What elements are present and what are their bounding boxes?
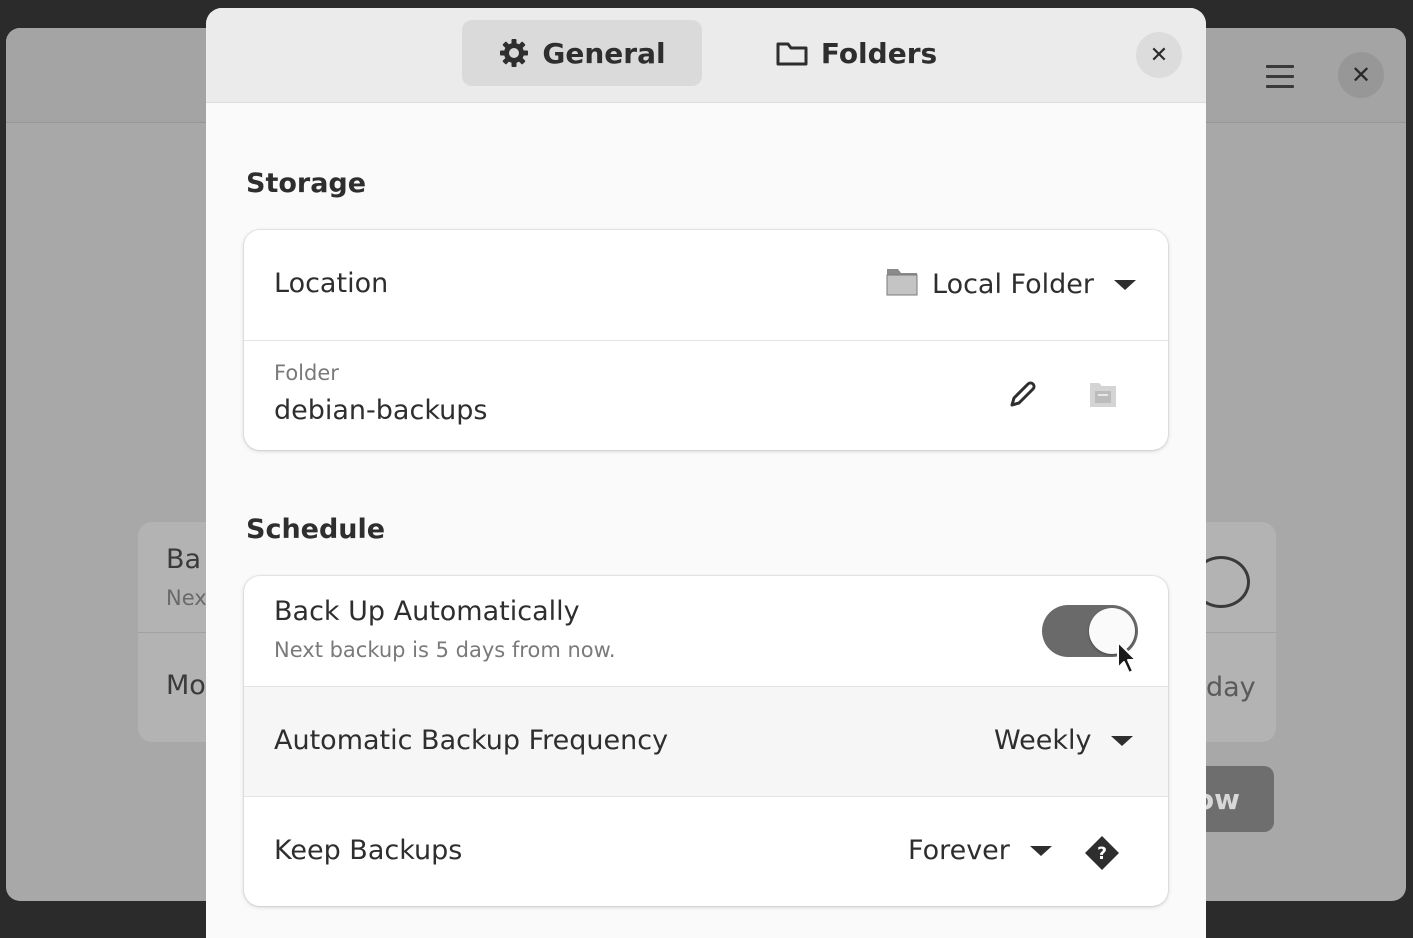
gear-icon [498, 37, 530, 69]
frequency-dropdown[interactable]: Weekly [994, 725, 1134, 756]
keep-backups-row: Keep Backups Forever ? [244, 796, 1168, 906]
preferences-dialog: General Folders ✕ Storage Location Local… [206, 8, 1206, 938]
location-row: Location Local Folder [244, 230, 1168, 340]
tab-general-label: General [542, 36, 666, 70]
auto-backup-label: Back Up Automatically [274, 596, 580, 627]
storage-heading: Storage [246, 168, 367, 199]
chevron-down-icon [1114, 279, 1136, 290]
background-row-subtitle: Nex [166, 586, 207, 610]
folder-value: debian-backups [274, 395, 488, 426]
background-row-title-2: Mo [166, 670, 206, 701]
pencil-icon [1006, 381, 1038, 415]
folder-icon [775, 38, 809, 68]
background-row-title: Ba [166, 544, 202, 575]
location-label: Location [274, 268, 389, 299]
edit-folder-button[interactable] [1006, 379, 1038, 415]
help-button[interactable]: ? [1084, 835, 1120, 875]
close-button[interactable]: ✕ [1136, 32, 1182, 78]
auto-backup-subtitle: Next backup is 5 days from now. [274, 638, 616, 662]
frequency-label: Automatic Backup Frequency [274, 725, 669, 756]
frequency-value: Weekly [994, 725, 1092, 756]
close-icon: ✕ [1149, 42, 1169, 68]
svg-text:?: ? [1097, 844, 1107, 864]
folder-caption: Folder [274, 361, 339, 385]
auto-backup-row: Back Up Automatically Next backup is 5 d… [244, 576, 1168, 686]
folder-row: Folder debian-backups [244, 340, 1168, 450]
tab-folders[interactable]: Folders [736, 20, 976, 86]
schedule-heading: Schedule [246, 514, 386, 545]
menu-icon[interactable] [1260, 56, 1300, 96]
storage-card: Location Local Folder Folder debian-back… [244, 230, 1168, 450]
background-row-value: day [1206, 672, 1256, 703]
close-icon[interactable]: ✕ [1338, 52, 1384, 98]
schedule-card: Back Up Automatically Next backup is 5 d… [244, 576, 1168, 906]
folder-open-icon [1088, 383, 1118, 413]
tab-general[interactable]: General [462, 20, 702, 86]
chevron-down-icon [1111, 735, 1134, 746]
frequency-row: Automatic Backup Frequency Weekly [244, 686, 1168, 797]
location-value: Local Folder [932, 269, 1094, 300]
keep-backups-dropdown[interactable]: Forever [908, 835, 1052, 866]
chevron-down-icon [1029, 845, 1052, 856]
mouse-cursor-icon [1116, 640, 1140, 680]
help-icon: ? [1084, 836, 1120, 875]
location-dropdown[interactable]: Local Folder [886, 266, 1136, 303]
tab-folders-label: Folders [820, 36, 938, 70]
keep-backups-label: Keep Backups [274, 835, 463, 866]
open-folder-button[interactable] [1088, 381, 1118, 413]
keep-backups-value: Forever [908, 835, 1010, 866]
dialog-header: General Folders ✕ [206, 8, 1206, 103]
folder-icon [886, 266, 918, 303]
